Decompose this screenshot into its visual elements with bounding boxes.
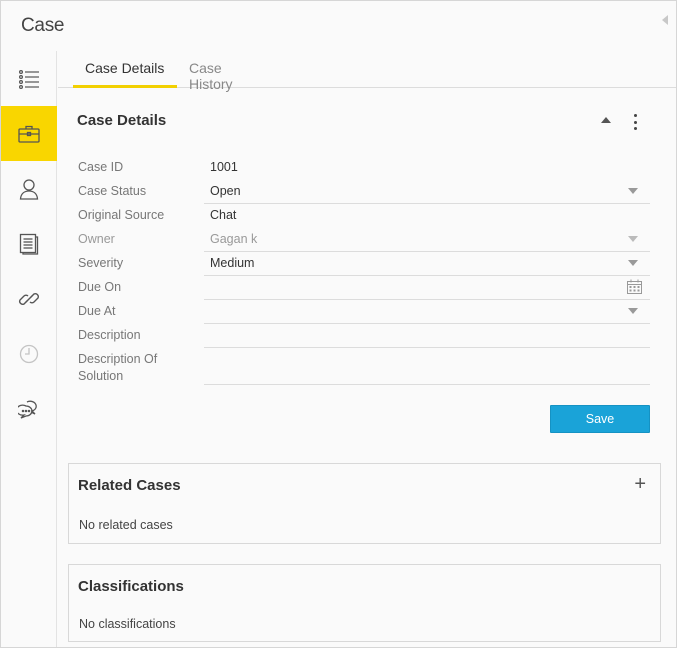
chat-bubbles-icon	[18, 400, 37, 419]
save-button[interactable]: Save	[550, 405, 650, 433]
due-at-label: Due At	[78, 304, 116, 318]
main-panel: Case Details Case History Case Details C…	[58, 51, 676, 647]
due-at-select[interactable]	[204, 300, 650, 324]
add-related-case-icon[interactable]: +	[634, 474, 646, 494]
window-title: Case	[21, 15, 65, 36]
briefcase-icon	[18, 125, 40, 143]
sidebar-item-links[interactable]	[1, 271, 57, 326]
classifications-empty: No classifications	[79, 617, 176, 631]
sidebar	[1, 51, 57, 647]
case-status-text: Open	[210, 184, 241, 198]
tab-bar: Case Details Case History	[58, 51, 676, 92]
link-icon	[19, 292, 39, 305]
sidebar-item-case[interactable]	[1, 106, 57, 161]
chevron-down-icon	[628, 308, 638, 314]
chevron-down-icon	[628, 260, 638, 266]
severity-label: Severity	[78, 256, 124, 270]
classifications-heading: Classifications	[78, 578, 184, 595]
sidebar-item-history[interactable]	[1, 326, 57, 381]
clock-icon	[19, 344, 39, 363]
calendar-icon[interactable]	[627, 279, 642, 294]
sidebar-item-contact[interactable]	[1, 161, 57, 216]
collapse-section-icon[interactable]	[601, 117, 611, 123]
sidebar-item-conversations[interactable]	[1, 381, 57, 436]
original-source-label: Original Source	[78, 208, 165, 222]
case-id-label: Case ID	[78, 160, 124, 174]
severity-select[interactable]: Medium	[204, 252, 650, 276]
severity-text: Medium	[210, 256, 255, 270]
chevron-down-icon	[628, 188, 638, 194]
more-options-icon[interactable]	[627, 113, 643, 131]
due-on-label: Due On	[78, 280, 122, 294]
description-of-solution-input[interactable]	[204, 348, 650, 385]
collapse-panel-icon[interactable]	[662, 15, 668, 25]
case-id-value: 1001	[204, 156, 650, 180]
sidebar-item-notes[interactable]	[1, 216, 57, 271]
description-input[interactable]	[204, 324, 650, 348]
classifications-panel: Classifications No classifications	[68, 564, 661, 642]
case-details-heading: Case Details	[77, 112, 167, 129]
owner-select: Gagan k	[204, 228, 650, 252]
original-source-text: Chat	[210, 208, 237, 222]
chevron-down-icon	[628, 236, 638, 242]
sidebar-item-list[interactable]	[1, 51, 57, 106]
owner-text: Gagan k	[210, 232, 258, 246]
case-id-text: 1001	[210, 160, 238, 174]
user-icon	[19, 178, 39, 200]
tab-case-details[interactable]: Case Details	[73, 60, 177, 88]
case-status-select[interactable]: Open	[204, 180, 650, 204]
document-icon	[19, 233, 39, 255]
list-icon	[19, 69, 39, 89]
description-of-solution-label: Description Of Solution	[78, 352, 158, 383]
tab-case-history[interactable]: Case History	[177, 60, 281, 92]
case-status-label: Case Status	[78, 184, 147, 198]
due-on-input[interactable]	[204, 276, 650, 300]
related-cases-panel: Related Cases + No related cases	[68, 463, 661, 544]
title-bar: Case	[1, 1, 676, 51]
original-source-value: Chat	[204, 204, 650, 228]
owner-label: Owner	[78, 232, 115, 246]
related-cases-empty: No related cases	[79, 518, 173, 532]
related-cases-heading: Related Cases	[78, 477, 181, 494]
description-label: Description	[78, 328, 141, 342]
case-window: Case Case Details Case History Case Deta…	[0, 0, 677, 648]
